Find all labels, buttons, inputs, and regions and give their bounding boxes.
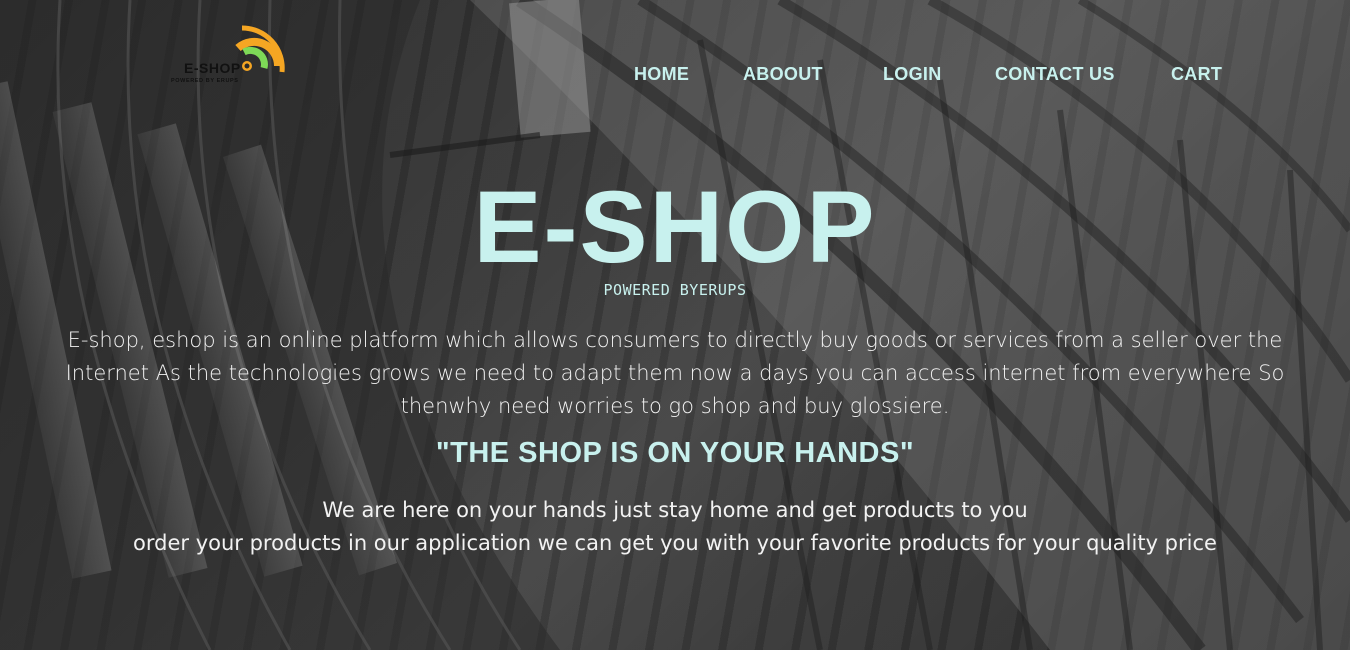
hero-title: E-SHOP [473, 170, 877, 284]
hero-closing-text: We are here on your hands just stay home… [60, 494, 1290, 560]
nav-item-login[interactable]: LOGIN [883, 64, 942, 85]
nav-item-home[interactable]: HOME [634, 64, 689, 85]
logo-text: E-SHOP [184, 60, 241, 76]
logo-subtext: POWERED BY ERUPS [171, 78, 239, 84]
site-header: E-SHOP POWERED BY ERUPS HOME ABOOUT LOGI… [0, 0, 1350, 130]
nav-item-about[interactable]: ABOOUT [743, 64, 823, 85]
nav-item-cart[interactable]: CART [1171, 64, 1222, 85]
hero-description: E-shop, eshop is an online platform whic… [65, 328, 1285, 418]
hero-closing-line-2: order your products in our application w… [133, 531, 1217, 555]
nav-item-contact-us[interactable]: CONTACT US [995, 64, 1115, 85]
hero-closing-line-1: We are here on your hands just stay home… [322, 498, 1028, 522]
logo[interactable]: E-SHOP POWERED BY ERUPS [168, 22, 288, 92]
main-nav: HOME ABOOUT LOGIN CONTACT US CART [634, 64, 1234, 90]
hero-tagline: "THE SHOP IS ON YOUR HANDS" [435, 437, 915, 469]
hero-subtitle: POWERED BYERUPS [603, 281, 747, 299]
